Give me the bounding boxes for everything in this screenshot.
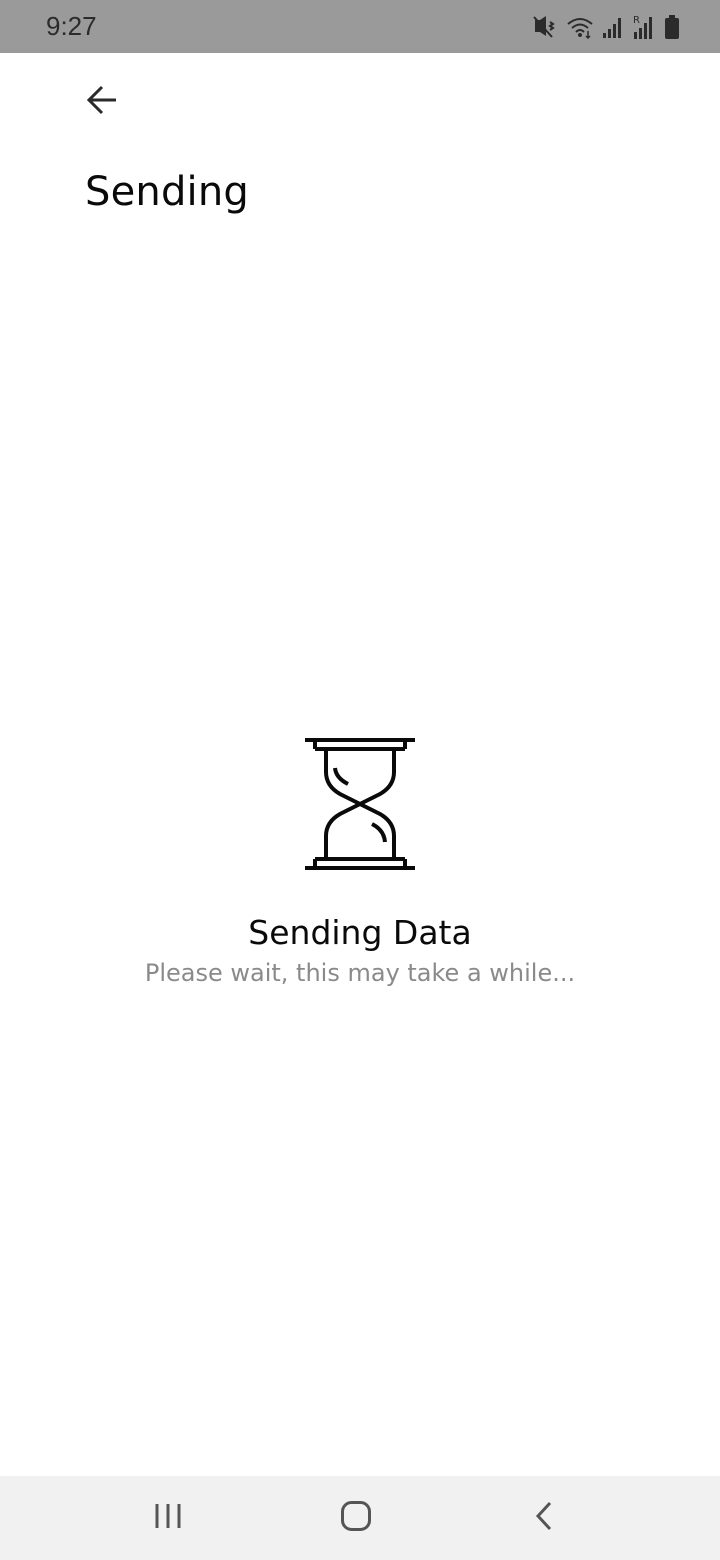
nav-back-button[interactable] <box>514 1498 574 1538</box>
recent-apps-button[interactable] <box>139 1498 199 1538</box>
svg-text:R: R <box>633 15 640 26</box>
status-subtext: Please wait, this may take a while... <box>144 959 576 987</box>
hourglass-icon <box>300 734 420 874</box>
back-button[interactable] <box>80 82 124 122</box>
back-icon <box>534 1500 554 1536</box>
arrow-left-icon <box>86 85 118 119</box>
page-title: Sending <box>85 169 249 215</box>
recent-apps-icon <box>154 1502 184 1534</box>
status-icons: R <box>532 14 680 40</box>
signal-icon <box>602 15 624 39</box>
navigation-bar <box>0 1476 720 1560</box>
mute-vibrate-icon <box>532 15 558 39</box>
status-bar: 9:27 R <box>0 0 720 53</box>
signal-roaming-icon: R <box>632 14 656 40</box>
home-icon <box>340 1500 372 1536</box>
home-button[interactable] <box>326 1498 386 1538</box>
battery-icon <box>664 14 680 40</box>
wifi-icon <box>566 15 594 39</box>
status-heading: Sending Data <box>248 913 472 952</box>
status-time: 9:27 <box>46 11 97 41</box>
